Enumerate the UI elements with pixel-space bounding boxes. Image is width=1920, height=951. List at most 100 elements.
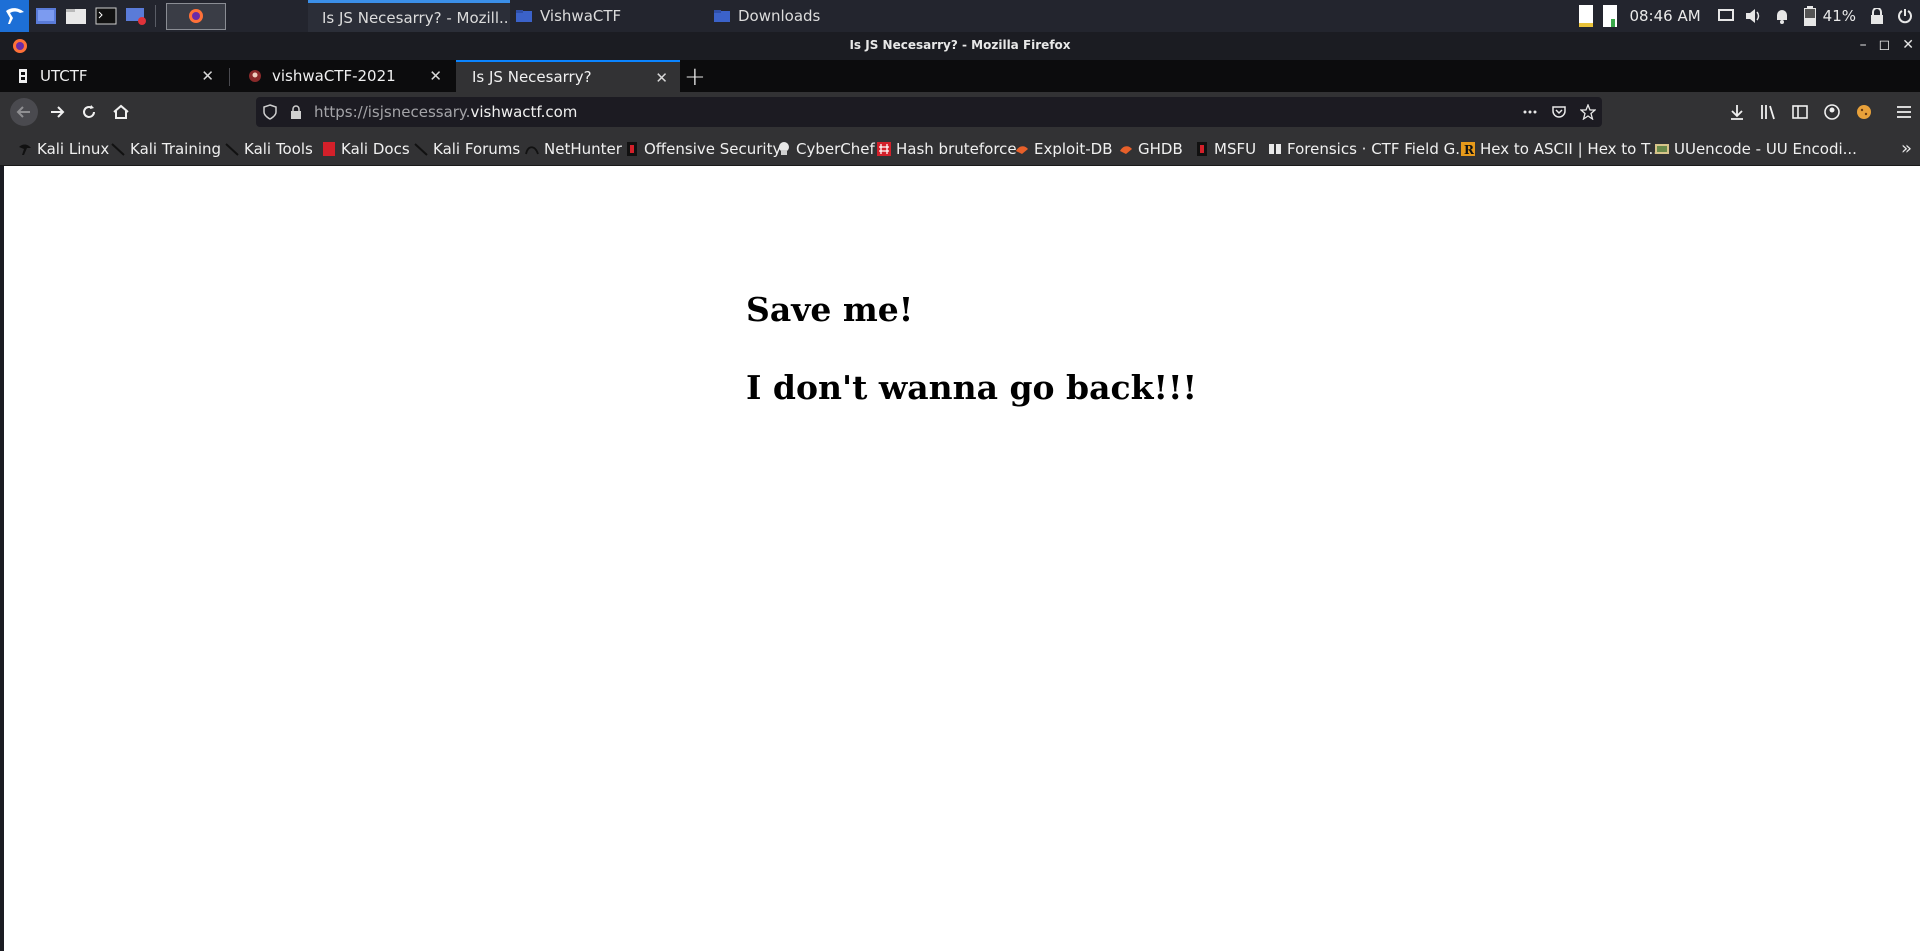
tab-utctf[interactable]: UTCTF ✕ bbox=[0, 60, 226, 92]
bookmark-cyberchef[interactable]: CyberChef bbox=[777, 140, 875, 158]
hamburger-menu-icon[interactable] bbox=[1895, 103, 1913, 121]
battery-icon[interactable] bbox=[1799, 5, 1821, 27]
bookmark-exploit-db[interactable]: Exploit-DB bbox=[1015, 140, 1113, 158]
reload-icon bbox=[83, 105, 95, 118]
bookmark-msfu[interactable]: MSFU bbox=[1195, 140, 1256, 158]
task-label: VishwaCTF bbox=[540, 7, 622, 25]
bookmark-label: Exploit-DB bbox=[1034, 140, 1113, 158]
bookmark-label: CyberChef bbox=[796, 140, 875, 158]
panel-separator bbox=[155, 5, 156, 27]
display-icon[interactable] bbox=[1715, 5, 1737, 27]
back-button[interactable] bbox=[10, 98, 38, 126]
bookmark-label: Offensive Security bbox=[644, 140, 782, 158]
maximize-icon[interactable]: ◻ bbox=[1879, 37, 1891, 53]
downloads-icon[interactable] bbox=[1728, 103, 1746, 121]
bookmark-label: Hash bruteforce bbox=[896, 140, 1017, 158]
navigation-toolbar: https://isjsnecessary.vishwactf.com bbox=[0, 92, 1920, 132]
close-tab-icon[interactable]: ✕ bbox=[201, 67, 214, 85]
kali-dragon-icon bbox=[5, 8, 24, 24]
new-tab-button[interactable]: + bbox=[684, 62, 706, 92]
back-arrow-icon bbox=[16, 106, 30, 118]
tab-strip: UTCTF ✕ vishwaCTF-2021 ✕ Is JS Necesarry… bbox=[0, 60, 1920, 92]
power-icon[interactable] bbox=[1894, 5, 1916, 27]
svg-text:R: R bbox=[1464, 143, 1475, 156]
workspace-1[interactable] bbox=[166, 2, 226, 30]
bookmark-ghdb[interactable]: GHDB bbox=[1119, 140, 1183, 158]
window-titlebar[interactable]: Is JS Necesarry? - Mozilla Firefox – ◻ ✕ bbox=[0, 32, 1920, 60]
task-label: Downloads bbox=[738, 7, 821, 25]
account-icon[interactable] bbox=[1823, 103, 1841, 121]
firefox-icon bbox=[189, 9, 203, 23]
offsec-icon bbox=[627, 142, 637, 156]
minimize-icon[interactable]: – bbox=[1860, 37, 1867, 53]
url-bar[interactable]: https://isjsnecessary.vishwactf.com bbox=[256, 97, 1602, 127]
url-text[interactable]: https://isjsnecessary.vishwactf.com bbox=[314, 103, 577, 121]
sidebar-icon[interactable] bbox=[1791, 103, 1809, 121]
utctf-favicon-icon bbox=[19, 69, 27, 83]
book-icon bbox=[1269, 144, 1281, 154]
terminal-icon bbox=[95, 7, 116, 25]
page-heading-go-back: I don't wanna go back!!! bbox=[746, 368, 1197, 407]
bookmark-label: MSFU bbox=[1214, 140, 1257, 158]
tab-vishwactf-2021[interactable]: vishwaCTF-2021 ✕ bbox=[232, 60, 454, 92]
terminal-launcher[interactable] bbox=[92, 4, 119, 28]
folder-icon bbox=[714, 10, 730, 22]
workspace-2[interactable] bbox=[228, 3, 288, 30]
forward-button[interactable] bbox=[43, 98, 71, 126]
page-actions-menu-icon[interactable] bbox=[1522, 104, 1538, 120]
bookmark-label: Kali Training bbox=[130, 140, 222, 158]
task-firefox[interactable]: Is JS Necesarry? - Mozill... bbox=[308, 0, 510, 32]
notification-bell-icon[interactable] bbox=[1771, 5, 1793, 27]
page-content: Save me! I don't wanna go back!!! bbox=[4, 166, 1920, 951]
desktop-icon bbox=[35, 8, 56, 24]
close-icon[interactable]: ✕ bbox=[1902, 37, 1914, 53]
window-controls: – ◻ ✕ bbox=[1860, 37, 1914, 53]
bookmark-kali-forums[interactable]: Kali Forums bbox=[414, 140, 520, 158]
bookmark-star-icon[interactable] bbox=[1580, 104, 1596, 120]
bookmark-offensive-security[interactable]: Offensive Security bbox=[625, 140, 781, 158]
bookmark-hash-bruteforce[interactable]: Hash bruteforce bbox=[877, 140, 1017, 158]
lock-screen-icon[interactable] bbox=[1866, 5, 1888, 27]
bookmark-nethunter[interactable]: NetHunter bbox=[525, 140, 622, 158]
cookie-extension-icon[interactable] bbox=[1855, 103, 1873, 121]
kali-dragon-icon bbox=[225, 143, 239, 156]
tab-label: Is JS Necesarry? bbox=[472, 68, 592, 86]
file-manager-launcher[interactable] bbox=[62, 4, 89, 28]
tab-is-js-necesarry[interactable]: Is JS Necesarry? ✕ bbox=[456, 60, 680, 92]
task-downloads-folder[interactable]: Downloads bbox=[714, 0, 904, 32]
bookmark-label: Kali Linux bbox=[37, 140, 110, 158]
bookmark-label: UUencode - UU Encodi... bbox=[1674, 140, 1857, 158]
bookmarks-overflow-icon[interactable]: » bbox=[1901, 138, 1912, 159]
close-tab-icon[interactable]: ✕ bbox=[429, 67, 442, 85]
bookmark-forensics-ctf-field-guide[interactable]: Forensics · CTF Field G... bbox=[1268, 140, 1470, 158]
reload-button[interactable] bbox=[75, 98, 103, 126]
bookmark-label: Kali Forums bbox=[433, 140, 521, 158]
folder-icon bbox=[65, 9, 86, 24]
network-graph-icon bbox=[1599, 5, 1621, 27]
volume-icon[interactable] bbox=[1743, 5, 1765, 27]
nethunter-icon bbox=[525, 146, 539, 155]
r-logo-icon: R bbox=[1461, 142, 1475, 156]
clock[interactable]: 08:46 AM bbox=[1629, 7, 1700, 25]
bookmark-kali-training[interactable]: Kali Training bbox=[111, 140, 221, 158]
kali-dragon-icon bbox=[414, 143, 428, 156]
home-icon bbox=[113, 104, 129, 119]
bookmark-kali-docs[interactable]: Kali Docs bbox=[322, 140, 410, 158]
lock-icon[interactable] bbox=[288, 104, 304, 120]
show-desktop-button[interactable] bbox=[32, 4, 59, 28]
folder-icon bbox=[516, 10, 532, 22]
bookmark-uuencode[interactable]: UUencode - UU Encodi... bbox=[1655, 140, 1857, 158]
bookmark-hex-to-ascii[interactable]: R Hex to ASCII | Hex to T... bbox=[1461, 140, 1663, 158]
bookmark-kali-tools[interactable]: Kali Tools bbox=[225, 140, 313, 158]
home-button[interactable] bbox=[107, 98, 135, 126]
tab-label: vishwaCTF-2021 bbox=[272, 67, 396, 85]
tracking-protection-shield-icon[interactable] bbox=[262, 104, 278, 120]
kali-menu-button[interactable] bbox=[0, 0, 29, 32]
screen-recorder-launcher[interactable] bbox=[122, 4, 149, 28]
bookmark-kali-linux[interactable]: Kali Linux bbox=[18, 140, 109, 158]
pocket-icon[interactable] bbox=[1551, 104, 1567, 120]
library-icon[interactable] bbox=[1759, 103, 1777, 121]
close-tab-icon[interactable]: ✕ bbox=[655, 69, 668, 87]
task-vishwactf-folder[interactable]: VishwaCTF bbox=[516, 0, 706, 32]
kali-dragon-icon bbox=[19, 144, 31, 155]
